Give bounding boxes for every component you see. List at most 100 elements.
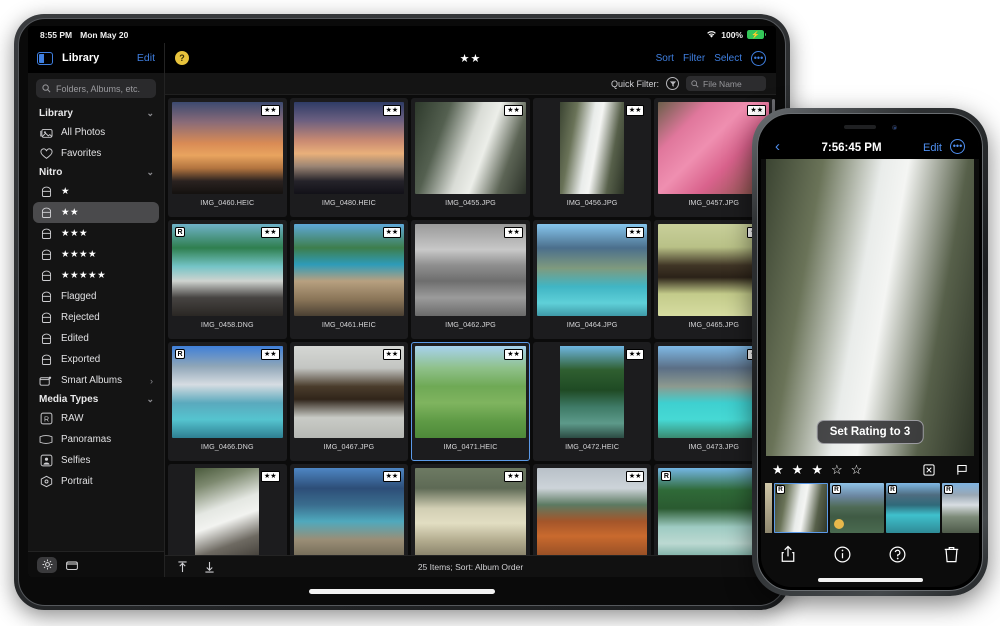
star-filled-icon[interactable]: ★ bbox=[772, 462, 784, 477]
thumbnail[interactable]: ★★ bbox=[415, 468, 526, 555]
chevron-down-icon[interactable]: ⌄ bbox=[146, 394, 154, 405]
thumbnail[interactable]: R ★★ bbox=[172, 224, 283, 316]
info-icon[interactable] bbox=[833, 544, 853, 564]
grid-cell[interactable]: ★★ bbox=[289, 464, 409, 555]
sidebar-group-library[interactable]: Library ⌄ bbox=[28, 105, 164, 122]
sidebar-item-portrait[interactable]: Portrait bbox=[33, 471, 159, 492]
filmstrip[interactable]: RRRR bbox=[761, 483, 979, 535]
select-button[interactable]: Select bbox=[714, 53, 742, 64]
help-icon[interactable]: ? bbox=[175, 51, 189, 65]
grid-cell[interactable]: ★★ IMG_0455.JPG bbox=[411, 98, 530, 217]
sidebar-item-[interactable]: ★★★★ bbox=[33, 244, 159, 265]
quick-filter-icon[interactable] bbox=[666, 77, 679, 90]
grid-cell[interactable]: ★★ IMG_0471.HEIC bbox=[411, 342, 530, 461]
sidebar-nav-list[interactable]: Library ⌄ All Photos Favorites Nitro ⌄ ★ … bbox=[28, 102, 164, 551]
grid-cell[interactable]: ★★ bbox=[532, 464, 652, 555]
sidebar-item-[interactable]: ★★★★★ bbox=[33, 265, 159, 286]
thumbnail[interactable]: ★★ bbox=[536, 468, 648, 555]
sidebar-group-nitro[interactable]: Nitro ⌄ bbox=[28, 164, 164, 181]
flag-icon[interactable] bbox=[956, 464, 968, 476]
sidebar-item-favorites[interactable]: Favorites bbox=[33, 143, 159, 164]
filmstrip-thumbnail[interactable]: R bbox=[830, 483, 884, 533]
grid-cell[interactable]: ★★ IMG_0460.HEIC bbox=[168, 98, 287, 217]
thumbnail[interactable]: ★★ bbox=[415, 224, 526, 316]
thumbnail[interactable]: ★★ bbox=[293, 224, 405, 316]
grid-cell[interactable]: R ★★ IMG_0458.DNG bbox=[168, 220, 287, 339]
sidebar-item-rejected[interactable]: Rejected bbox=[33, 307, 159, 328]
filmstrip-thumbnail[interactable]: R bbox=[942, 483, 979, 533]
star-outline-icon[interactable]: ☆ bbox=[831, 462, 843, 477]
photo-grid-container[interactable]: ★★ IMG_0460.HEIC ★★ IMG_0480.HEIC ★★ IMG_0455… bbox=[165, 95, 776, 555]
thumbnail[interactable]: ★★ bbox=[537, 102, 648, 194]
trash-icon[interactable] bbox=[942, 544, 962, 564]
chevron-down-icon[interactable]: ⌄ bbox=[146, 167, 154, 178]
folder-icon[interactable] bbox=[62, 557, 82, 573]
thumbnail[interactable]: ★★ bbox=[172, 102, 283, 194]
smart-album-icon bbox=[39, 374, 53, 388]
chevron-right-icon[interactable]: › bbox=[150, 376, 153, 386]
rating-control[interactable]: ★ ★ ★ ☆ ☆ bbox=[761, 456, 979, 483]
sidebar-item-label: Edited bbox=[61, 333, 89, 344]
sidebar-group-media-types[interactable]: Media Types ⌄ bbox=[28, 391, 164, 408]
star-rating[interactable]: ★ ★ ★ ☆ ☆ bbox=[772, 461, 870, 479]
grid-cell[interactable]: ★★ IMG_0461.HEIC bbox=[289, 220, 409, 339]
chevron-left-icon[interactable]: ‹ bbox=[775, 139, 780, 154]
chevron-down-icon[interactable]: ⌄ bbox=[146, 108, 154, 119]
sidebar-item-[interactable]: ★★ bbox=[33, 202, 159, 223]
photo-viewer[interactable]: Set Rating to 3 bbox=[766, 159, 974, 456]
photo-grid[interactable]: ★★ IMG_0460.HEIC ★★ IMG_0480.HEIC ★★ IMG_0455… bbox=[165, 95, 776, 555]
grid-cell[interactable]: ★★ IMG_0464.JPG bbox=[532, 220, 652, 339]
star-filled-icon[interactable]: ★ bbox=[792, 462, 804, 477]
more-ellipsis-icon[interactable]: ••• bbox=[751, 50, 766, 66]
thumbnail[interactable]: ★★ bbox=[415, 346, 526, 438]
thumbnail[interactable]: R ★★ bbox=[172, 346, 283, 438]
grid-cell[interactable]: ★★ IMG_0467.JPG bbox=[289, 342, 409, 461]
grid-cell[interactable]: ★★ IMG_0456.JPG bbox=[532, 98, 652, 217]
settings-gear-icon[interactable] bbox=[37, 556, 57, 573]
reject-x-icon[interactable] bbox=[923, 463, 935, 476]
sort-button[interactable]: Sort bbox=[656, 53, 674, 64]
sidebar-item-label: Rejected bbox=[61, 312, 100, 323]
grid-cell[interactable]: ★★ bbox=[411, 464, 530, 555]
help-icon[interactable] bbox=[887, 544, 907, 564]
sidebar-item-label: Panoramas bbox=[61, 434, 112, 445]
share-icon[interactable] bbox=[778, 544, 798, 564]
filter-button[interactable]: Filter bbox=[683, 53, 705, 64]
filename-search-input[interactable]: File Name bbox=[686, 76, 766, 91]
edit-button[interactable]: Edit bbox=[923, 142, 942, 154]
sidebar-item-panoramas[interactable]: Panoramas bbox=[33, 429, 159, 450]
thumbnail[interactable]: ★★ bbox=[293, 346, 405, 438]
more-ellipsis-icon[interactable]: ••• bbox=[950, 139, 965, 154]
sidebar-edit-button[interactable]: Edit bbox=[137, 52, 155, 64]
sidebar-item-allphotos[interactable]: All Photos bbox=[33, 122, 159, 143]
sidebar-toggle-icon[interactable] bbox=[37, 51, 53, 65]
sidebar-item-exported[interactable]: Exported bbox=[33, 349, 159, 370]
grid-cell[interactable]: ★★ IMG_0480.HEIC bbox=[289, 98, 409, 217]
filmstrip-thumbnail[interactable]: R bbox=[886, 483, 940, 533]
svg-text:R: R bbox=[43, 416, 48, 423]
star-filled-icon[interactable]: ★ bbox=[811, 462, 823, 477]
sidebar-item-smartalbums[interactable]: Smart Albums › bbox=[33, 370, 159, 391]
sidebar-item-selfies[interactable]: Selfies bbox=[33, 450, 159, 471]
thumbnail[interactable]: ★★ bbox=[415, 102, 526, 194]
sidebar-item-[interactable]: ★ bbox=[33, 181, 159, 202]
grid-cell[interactable]: ★★ IMG_0462.JPG bbox=[411, 220, 530, 339]
thumbnail[interactable]: ★★ bbox=[172, 468, 283, 555]
sidebar-item-raw[interactable]: R RAW bbox=[33, 408, 159, 429]
sidebar-item-[interactable]: ★★★ bbox=[33, 223, 159, 244]
thumbnail[interactable]: ★★ bbox=[536, 224, 648, 316]
rating-badge: ★★ bbox=[261, 471, 280, 482]
thumbnail[interactable]: ★★ bbox=[537, 346, 648, 438]
sidebar-item-flagged[interactable]: Flagged bbox=[33, 286, 159, 307]
filmstrip-thumbnail[interactable]: R bbox=[774, 483, 828, 533]
star-outline-icon[interactable]: ☆ bbox=[851, 462, 863, 477]
grid-cell[interactable]: R ★★ IMG_0466.DNG bbox=[168, 342, 287, 461]
sidebar-search-input[interactable]: Folders, Albums, etc. bbox=[36, 79, 156, 98]
thumbnail[interactable]: ★★ bbox=[293, 468, 405, 555]
portrait-icon bbox=[39, 475, 53, 489]
thumbnail[interactable]: ★★ bbox=[293, 102, 405, 194]
heart-icon bbox=[39, 147, 53, 161]
grid-cell[interactable]: ★★ bbox=[168, 464, 287, 555]
grid-cell[interactable]: ★★ IMG_0472.HEIC bbox=[532, 342, 652, 461]
sidebar-item-edited[interactable]: Edited bbox=[33, 328, 159, 349]
